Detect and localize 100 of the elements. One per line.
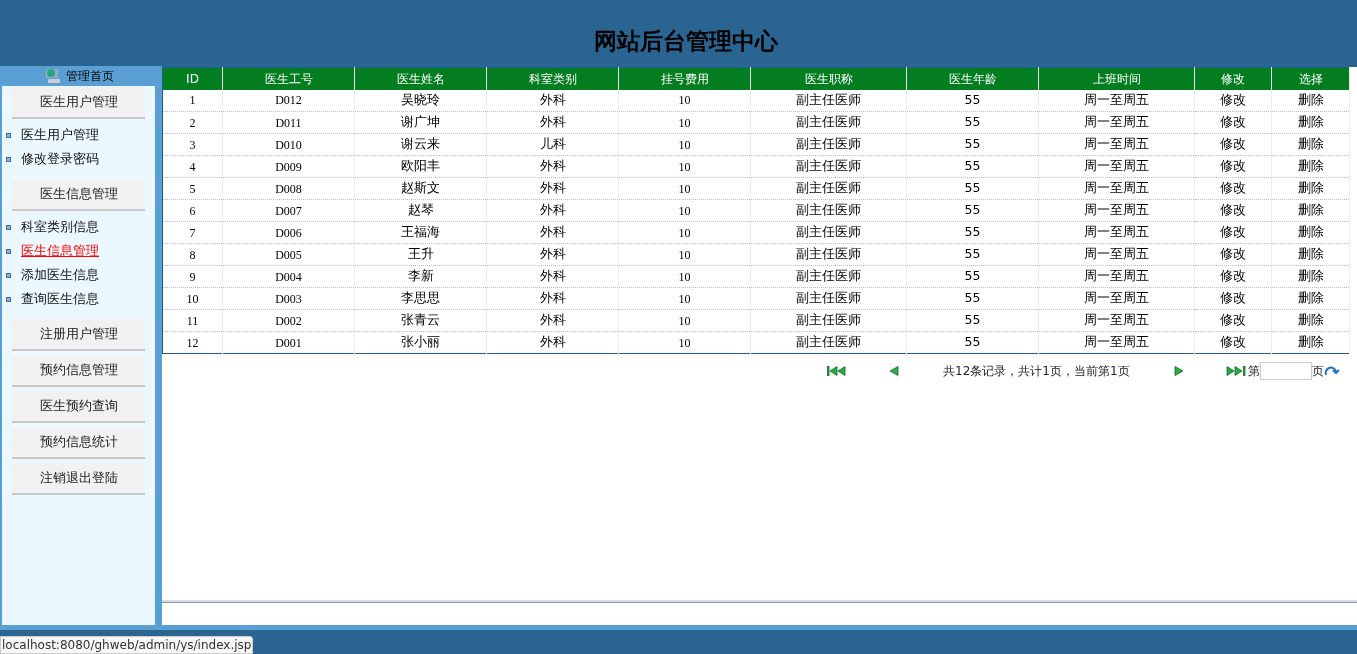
table-cell: 6 bbox=[162, 199, 223, 222]
table-cell: D004 bbox=[222, 265, 355, 288]
section-header[interactable]: 预约信息统计 bbox=[12, 427, 145, 459]
action-link[interactable]: 修改 bbox=[1194, 155, 1272, 178]
table-cell: 周一至周五 bbox=[1038, 177, 1195, 200]
action-link[interactable]: 修改 bbox=[1194, 133, 1272, 156]
action-link[interactable]: 删除 bbox=[1271, 89, 1350, 112]
table-cell: 10 bbox=[162, 287, 223, 310]
last-page-icon[interactable] bbox=[1225, 366, 1246, 376]
action-link[interactable]: 删除 bbox=[1271, 111, 1350, 134]
table-cell: 李思思 bbox=[354, 287, 487, 310]
column-header: 挂号费用 bbox=[618, 67, 751, 90]
action-link[interactable]: 修改 bbox=[1194, 89, 1272, 112]
section-header[interactable]: 预约信息管理 bbox=[12, 355, 145, 387]
table-cell: 副主任医师 bbox=[750, 89, 907, 112]
table-cell: 副主任医师 bbox=[750, 243, 907, 266]
next-page-icon[interactable] bbox=[1173, 366, 1184, 376]
table-cell: 55 bbox=[906, 177, 1039, 200]
nav-link[interactable]: 添加医生信息 bbox=[21, 265, 99, 285]
action-link[interactable]: 修改 bbox=[1194, 221, 1272, 244]
action-link[interactable]: 修改 bbox=[1194, 243, 1272, 266]
table-cell: 周一至周五 bbox=[1038, 331, 1195, 354]
table-cell: D006 bbox=[222, 221, 355, 244]
table-cell: 副主任医师 bbox=[750, 221, 907, 244]
action-link[interactable]: 修改 bbox=[1194, 331, 1272, 354]
table-cell: 张青云 bbox=[354, 309, 487, 332]
table-cell: 周一至周五 bbox=[1038, 221, 1195, 244]
action-link[interactable]: 修改 bbox=[1194, 177, 1272, 200]
table-cell: D010 bbox=[222, 133, 355, 156]
section-header[interactable]: 注销退出登陆 bbox=[12, 463, 145, 495]
action-link[interactable]: 删除 bbox=[1271, 221, 1350, 244]
first-page-icon[interactable] bbox=[827, 366, 847, 376]
previous-page-icon[interactable] bbox=[889, 366, 899, 376]
table-cell: 谢云来 bbox=[354, 133, 487, 156]
table-cell: D008 bbox=[222, 177, 355, 200]
table-cell: 10 bbox=[618, 89, 751, 112]
action-link[interactable]: 删除 bbox=[1271, 155, 1350, 178]
nav-link[interactable]: 医生信息管理 bbox=[21, 241, 99, 261]
table-cell: 王福海 bbox=[354, 221, 487, 244]
column-header: 选择 bbox=[1271, 67, 1350, 90]
table-cell: 55 bbox=[906, 265, 1039, 288]
table-cell: 5 bbox=[162, 177, 223, 200]
section-header[interactable]: 医生信息管理 bbox=[12, 179, 145, 211]
nav-link[interactable]: 查询医生信息 bbox=[21, 289, 99, 309]
nav-link[interactable]: 科室类别信息 bbox=[21, 217, 99, 237]
action-link[interactable]: 删除 bbox=[1271, 177, 1350, 200]
table-cell: 外科 bbox=[486, 331, 619, 354]
table-cell: 55 bbox=[906, 89, 1039, 112]
site-title: 网站后台管理中心 bbox=[592, 26, 778, 56]
table-cell: 9 bbox=[162, 265, 223, 288]
action-link[interactable]: 修改 bbox=[1194, 287, 1272, 310]
table-cell: 副主任医师 bbox=[750, 133, 907, 156]
table-cell: 周一至周五 bbox=[1038, 155, 1195, 178]
nav-link[interactable]: 修改登录密码 bbox=[21, 149, 99, 169]
table-cell: 周一至周五 bbox=[1038, 89, 1195, 112]
table-cell: 7 bbox=[162, 221, 223, 244]
table-cell: 儿科 bbox=[486, 133, 619, 156]
table-cell: 周一至周五 bbox=[1038, 199, 1195, 222]
table-cell: D011 bbox=[222, 111, 355, 134]
action-link[interactable]: 删除 bbox=[1271, 287, 1350, 310]
table-cell: 副主任医师 bbox=[750, 265, 907, 288]
section-header[interactable]: 注册用户管理 bbox=[12, 319, 145, 351]
page-suffix: 页 bbox=[1311, 363, 1324, 380]
table-cell: 10 bbox=[618, 177, 751, 200]
table-cell: 外科 bbox=[486, 309, 619, 332]
nav-link[interactable]: 医生用户管理 bbox=[21, 125, 99, 145]
table-cell: 外科 bbox=[486, 155, 619, 178]
table-cell: 55 bbox=[906, 111, 1039, 134]
home-link[interactable]: 管理首页 bbox=[65, 67, 114, 85]
table-cell: 外科 bbox=[486, 265, 619, 288]
action-link[interactable]: 修改 bbox=[1194, 199, 1272, 222]
action-link[interactable]: 删除 bbox=[1271, 199, 1350, 222]
action-link[interactable]: 删除 bbox=[1271, 331, 1350, 354]
table-cell: 周一至周五 bbox=[1038, 265, 1195, 288]
table-cell: 周一至周五 bbox=[1038, 243, 1195, 266]
action-link[interactable]: 修改 bbox=[1194, 111, 1272, 134]
table-cell: 55 bbox=[906, 287, 1039, 310]
table-cell: 4 bbox=[162, 155, 223, 178]
action-link[interactable]: 修改 bbox=[1194, 265, 1272, 288]
table-cell: 10 bbox=[618, 331, 751, 354]
action-link[interactable]: 删除 bbox=[1271, 309, 1350, 332]
column-header: 医生职称 bbox=[750, 67, 907, 90]
table-cell: 周一至周五 bbox=[1038, 133, 1195, 156]
page-input[interactable] bbox=[1259, 362, 1312, 380]
table-cell: 副主任医师 bbox=[750, 331, 907, 354]
table-cell: D009 bbox=[222, 155, 355, 178]
section-header[interactable]: 医生用户管理 bbox=[12, 87, 145, 119]
table-cell: 外科 bbox=[486, 243, 619, 266]
table-cell: D002 bbox=[222, 309, 355, 332]
table-cell: D005 bbox=[222, 243, 355, 266]
action-link[interactable]: 修改 bbox=[1194, 309, 1272, 332]
action-link[interactable]: 删除 bbox=[1271, 243, 1350, 266]
table-cell: 55 bbox=[906, 331, 1039, 354]
section-header[interactable]: 医生预约查询 bbox=[12, 391, 145, 423]
action-link[interactable]: 删除 bbox=[1271, 265, 1350, 288]
action-link[interactable]: 删除 bbox=[1271, 133, 1350, 156]
refresh-arrow-icon[interactable] bbox=[1323, 365, 1340, 377]
table-cell: 12 bbox=[162, 331, 223, 354]
table-cell: 周一至周五 bbox=[1038, 111, 1195, 134]
table-cell: 副主任医师 bbox=[750, 287, 907, 310]
